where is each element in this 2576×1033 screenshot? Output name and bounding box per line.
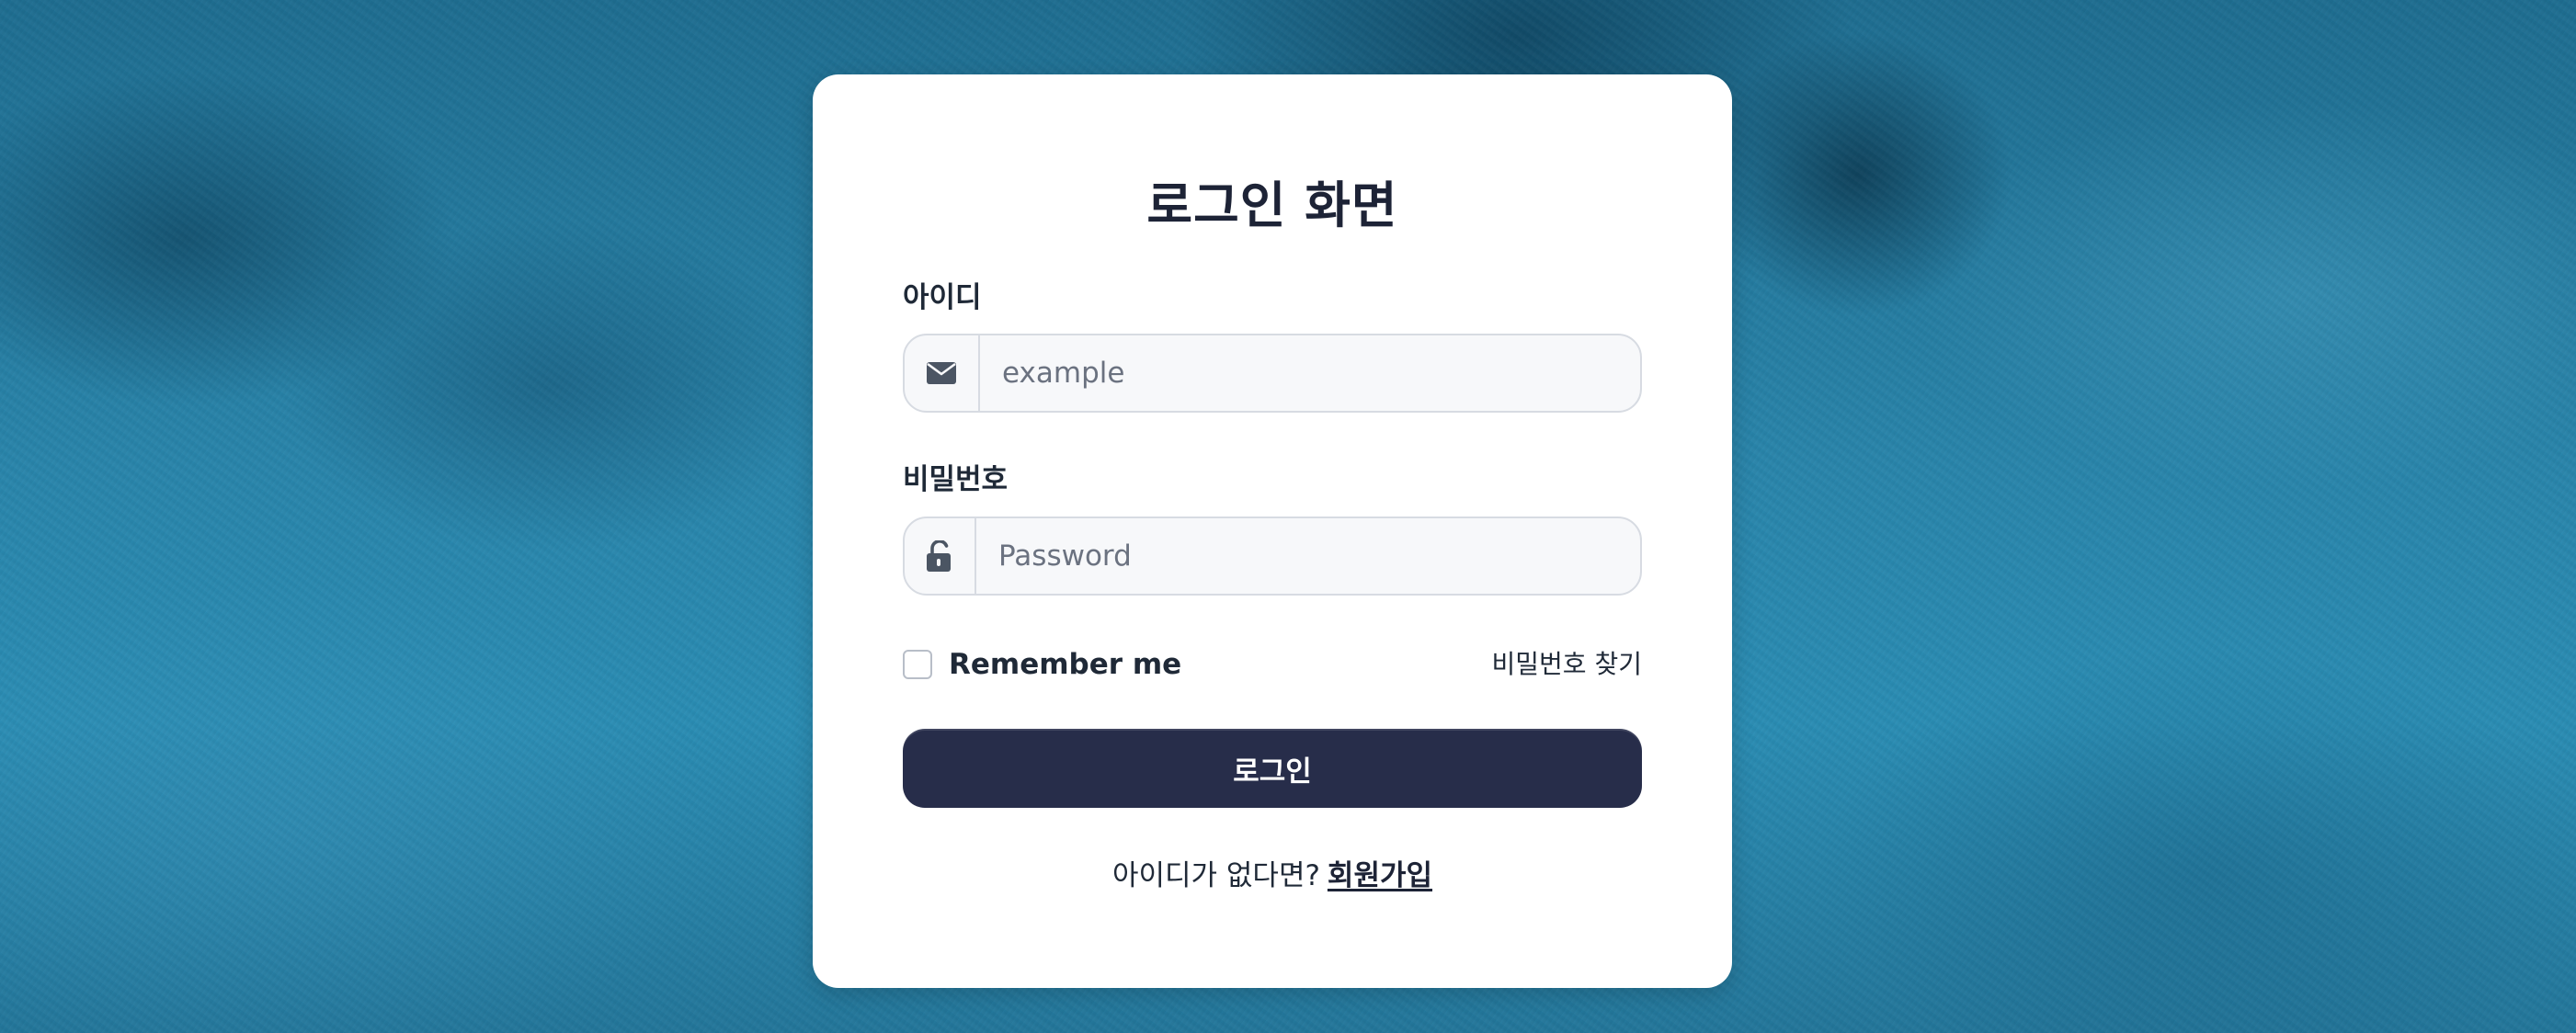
id-label: 아이디 xyxy=(903,281,982,314)
id-input-group xyxy=(903,334,1642,413)
remember-checkbox[interactable] xyxy=(903,650,932,679)
forgot-password-link[interactable]: 비밀번호 찾기 xyxy=(1492,646,1642,683)
login-card: 로그인 화면 아이디 비밀번호 Remember me 비밀번호 찾기 로그인 … xyxy=(813,74,1732,988)
password-input-group xyxy=(903,516,1642,596)
remember-me[interactable]: Remember me xyxy=(903,646,1181,683)
unlock-icon xyxy=(905,518,976,594)
login-button[interactable]: 로그인 xyxy=(903,729,1642,808)
password-input[interactable] xyxy=(976,518,1640,594)
envelope-icon xyxy=(905,335,980,411)
signup-link[interactable]: 회원가입 xyxy=(1328,859,1432,892)
id-input[interactable] xyxy=(980,335,1640,411)
signup-prompt: 아이디가 없다면? xyxy=(1111,859,1320,892)
remember-label: Remember me xyxy=(949,648,1182,681)
password-label: 비밀번호 xyxy=(903,463,1009,496)
page-title: 로그인 화면 xyxy=(1146,176,1398,234)
signup-row: 아이디가 없다면? 회원가입 xyxy=(813,852,1732,893)
